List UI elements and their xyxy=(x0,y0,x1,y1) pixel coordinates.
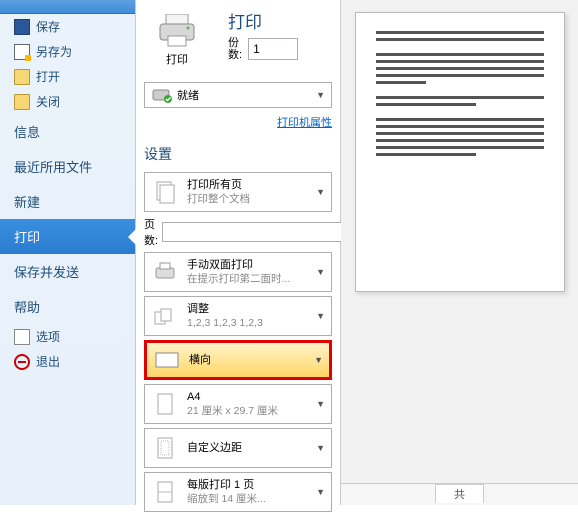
menu-new[interactable]: 新建 xyxy=(0,184,135,219)
setting-duplex[interactable]: 手动双面打印在提示打印第二面时... ▼ xyxy=(144,252,332,292)
copies-input[interactable] xyxy=(248,38,298,60)
landscape-icon xyxy=(153,346,181,374)
file-menu-sidebar: 保存 另存为 打开 关闭 信息 最近所用文件 新建 打印 保存并发送 帮助 选项… xyxy=(0,0,136,505)
folder-close-icon xyxy=(14,94,30,110)
options-icon xyxy=(14,329,30,345)
menu-recent[interactable]: 最近所用文件 xyxy=(0,149,135,184)
menu-open[interactable]: 打开 xyxy=(0,64,135,89)
menu-save-send[interactable]: 保存并发送 xyxy=(0,254,135,289)
collate-icon xyxy=(151,302,179,330)
setting-orientation[interactable]: 横向 ▼ xyxy=(144,340,332,380)
copies-label: 份数: xyxy=(228,37,242,61)
printer-ready-icon xyxy=(151,87,171,103)
menu-info[interactable]: 信息 xyxy=(0,114,135,149)
margins-icon xyxy=(151,434,179,462)
menu-exit[interactable]: 退出 xyxy=(0,349,135,374)
duplex-icon xyxy=(151,258,179,286)
menu-options[interactable]: 选项 xyxy=(0,324,135,349)
menu-help[interactable]: 帮助 xyxy=(0,289,135,324)
per-sheet-icon xyxy=(151,478,179,506)
print-settings-panel: 打印 打印 份数: 就绪 ▼ 打印机属性 设置 打印所有页打印 xyxy=(136,0,341,505)
preview-footer: 共 xyxy=(341,483,578,505)
menu-save[interactable]: 保存 xyxy=(0,14,135,39)
setting-print-range[interactable]: 打印所有页打印整个文档 ▼ xyxy=(144,172,332,212)
menu-print[interactable]: 打印 xyxy=(0,219,135,254)
save-icon xyxy=(14,19,30,35)
print-preview-panel: 共 xyxy=(341,0,578,505)
menu-close[interactable]: 关闭 xyxy=(0,89,135,114)
settings-title: 设置 xyxy=(144,144,332,164)
printer-icon xyxy=(155,13,199,49)
folder-open-icon xyxy=(14,69,30,85)
pages-input[interactable] xyxy=(162,222,349,242)
ribbon-tab-strip xyxy=(0,0,135,14)
printer-select[interactable]: 就绪 ▼ xyxy=(144,82,332,108)
menu-save-as[interactable]: 另存为 xyxy=(0,39,135,64)
printer-properties-link[interactable]: 打印机属性 xyxy=(144,114,332,130)
save-as-icon xyxy=(14,44,30,60)
dropdown-arrow-icon: ▼ xyxy=(316,90,325,100)
setting-margins[interactable]: 自定义边距 ▼ xyxy=(144,428,332,468)
page-icon xyxy=(151,390,179,418)
print-button[interactable]: 打印 xyxy=(144,8,210,72)
page-count-label: 共 xyxy=(435,484,484,503)
exit-icon xyxy=(14,354,30,370)
setting-collate[interactable]: 调整1,2,3 1,2,3 1,2,3 ▼ xyxy=(144,296,332,336)
page-preview xyxy=(355,12,565,292)
pages-label: 页数: xyxy=(144,216,158,248)
setting-paper-size[interactable]: A421 厘米 x 29.7 厘米 ▼ xyxy=(144,384,332,424)
setting-pages-per-sheet[interactable]: 每版打印 1 页缩放到 14 厘米... ▼ xyxy=(144,472,332,512)
pages-icon xyxy=(151,178,179,206)
print-title: 打印 xyxy=(228,8,298,33)
